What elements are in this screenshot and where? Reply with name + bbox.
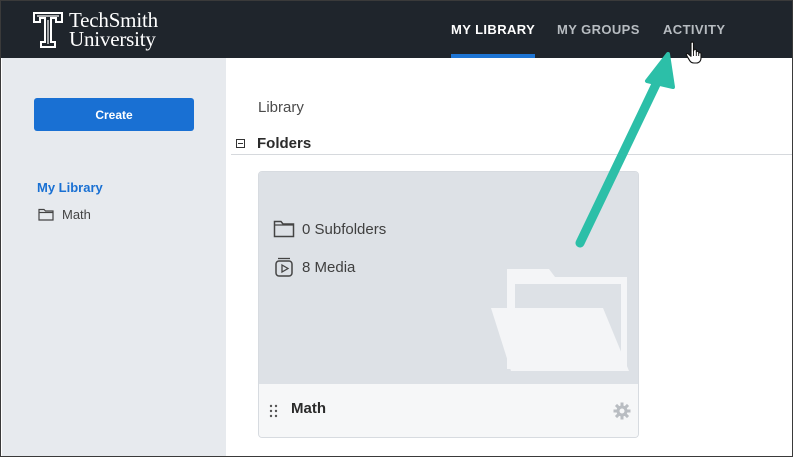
top-navigation-bar: TechSmith University MY LIBRARY MY GROUP… [1,1,792,58]
nav-tab-label: MY LIBRARY [451,22,536,37]
drag-handle-icon[interactable] [268,404,280,420]
nav-tab-my-library[interactable]: MY LIBRARY [451,1,536,58]
folder-card-preview[interactable]: 0 Subfolders 8 Media [259,172,638,384]
folder-card-footer: Math [259,384,638,437]
breadcrumb[interactable]: Library [258,99,304,116]
create-button[interactable]: Create [34,98,194,131]
folder-card-math[interactable]: 0 Subfolders 8 Media Math [258,171,639,438]
folder-outline-icon [273,220,295,238]
university-logo-icon [33,12,63,48]
techsmith-university-logo[interactable]: TechSmith University [32,10,158,50]
logo-wordmark: TechSmith University [69,10,158,51]
gear-icon[interactable] [613,402,631,420]
section-divider [231,154,792,155]
folder-icon [38,208,54,221]
app-window: TechSmith University MY LIBRARY MY GROUP… [0,0,793,457]
sidebar-item-label: Math [62,207,91,222]
nav-tab-label: MY GROUPS [557,22,640,37]
nav-tab-my-groups[interactable]: MY GROUPS [557,1,640,58]
media-stat: 8 Media [273,256,355,278]
folder-name[interactable]: Math [291,400,326,417]
sidebar-item-my-library[interactable]: My Library [37,180,103,195]
sidebar-item-math[interactable]: Math [38,207,91,222]
large-folder-icon [491,269,629,371]
logo-line-2: University [69,27,156,51]
collapse-section-icon[interactable] [236,139,245,148]
media-count: 8 Media [302,258,356,276]
subfolders-count: 0 Subfolders [302,220,387,238]
section-title-folders: Folders [257,135,312,152]
subfolders-stat: 0 Subfolders [273,220,386,238]
media-icon [275,257,293,277]
hand-cursor-icon [685,41,702,64]
nav-tab-label: ACTIVITY [663,22,726,37]
active-tab-indicator [451,54,536,58]
